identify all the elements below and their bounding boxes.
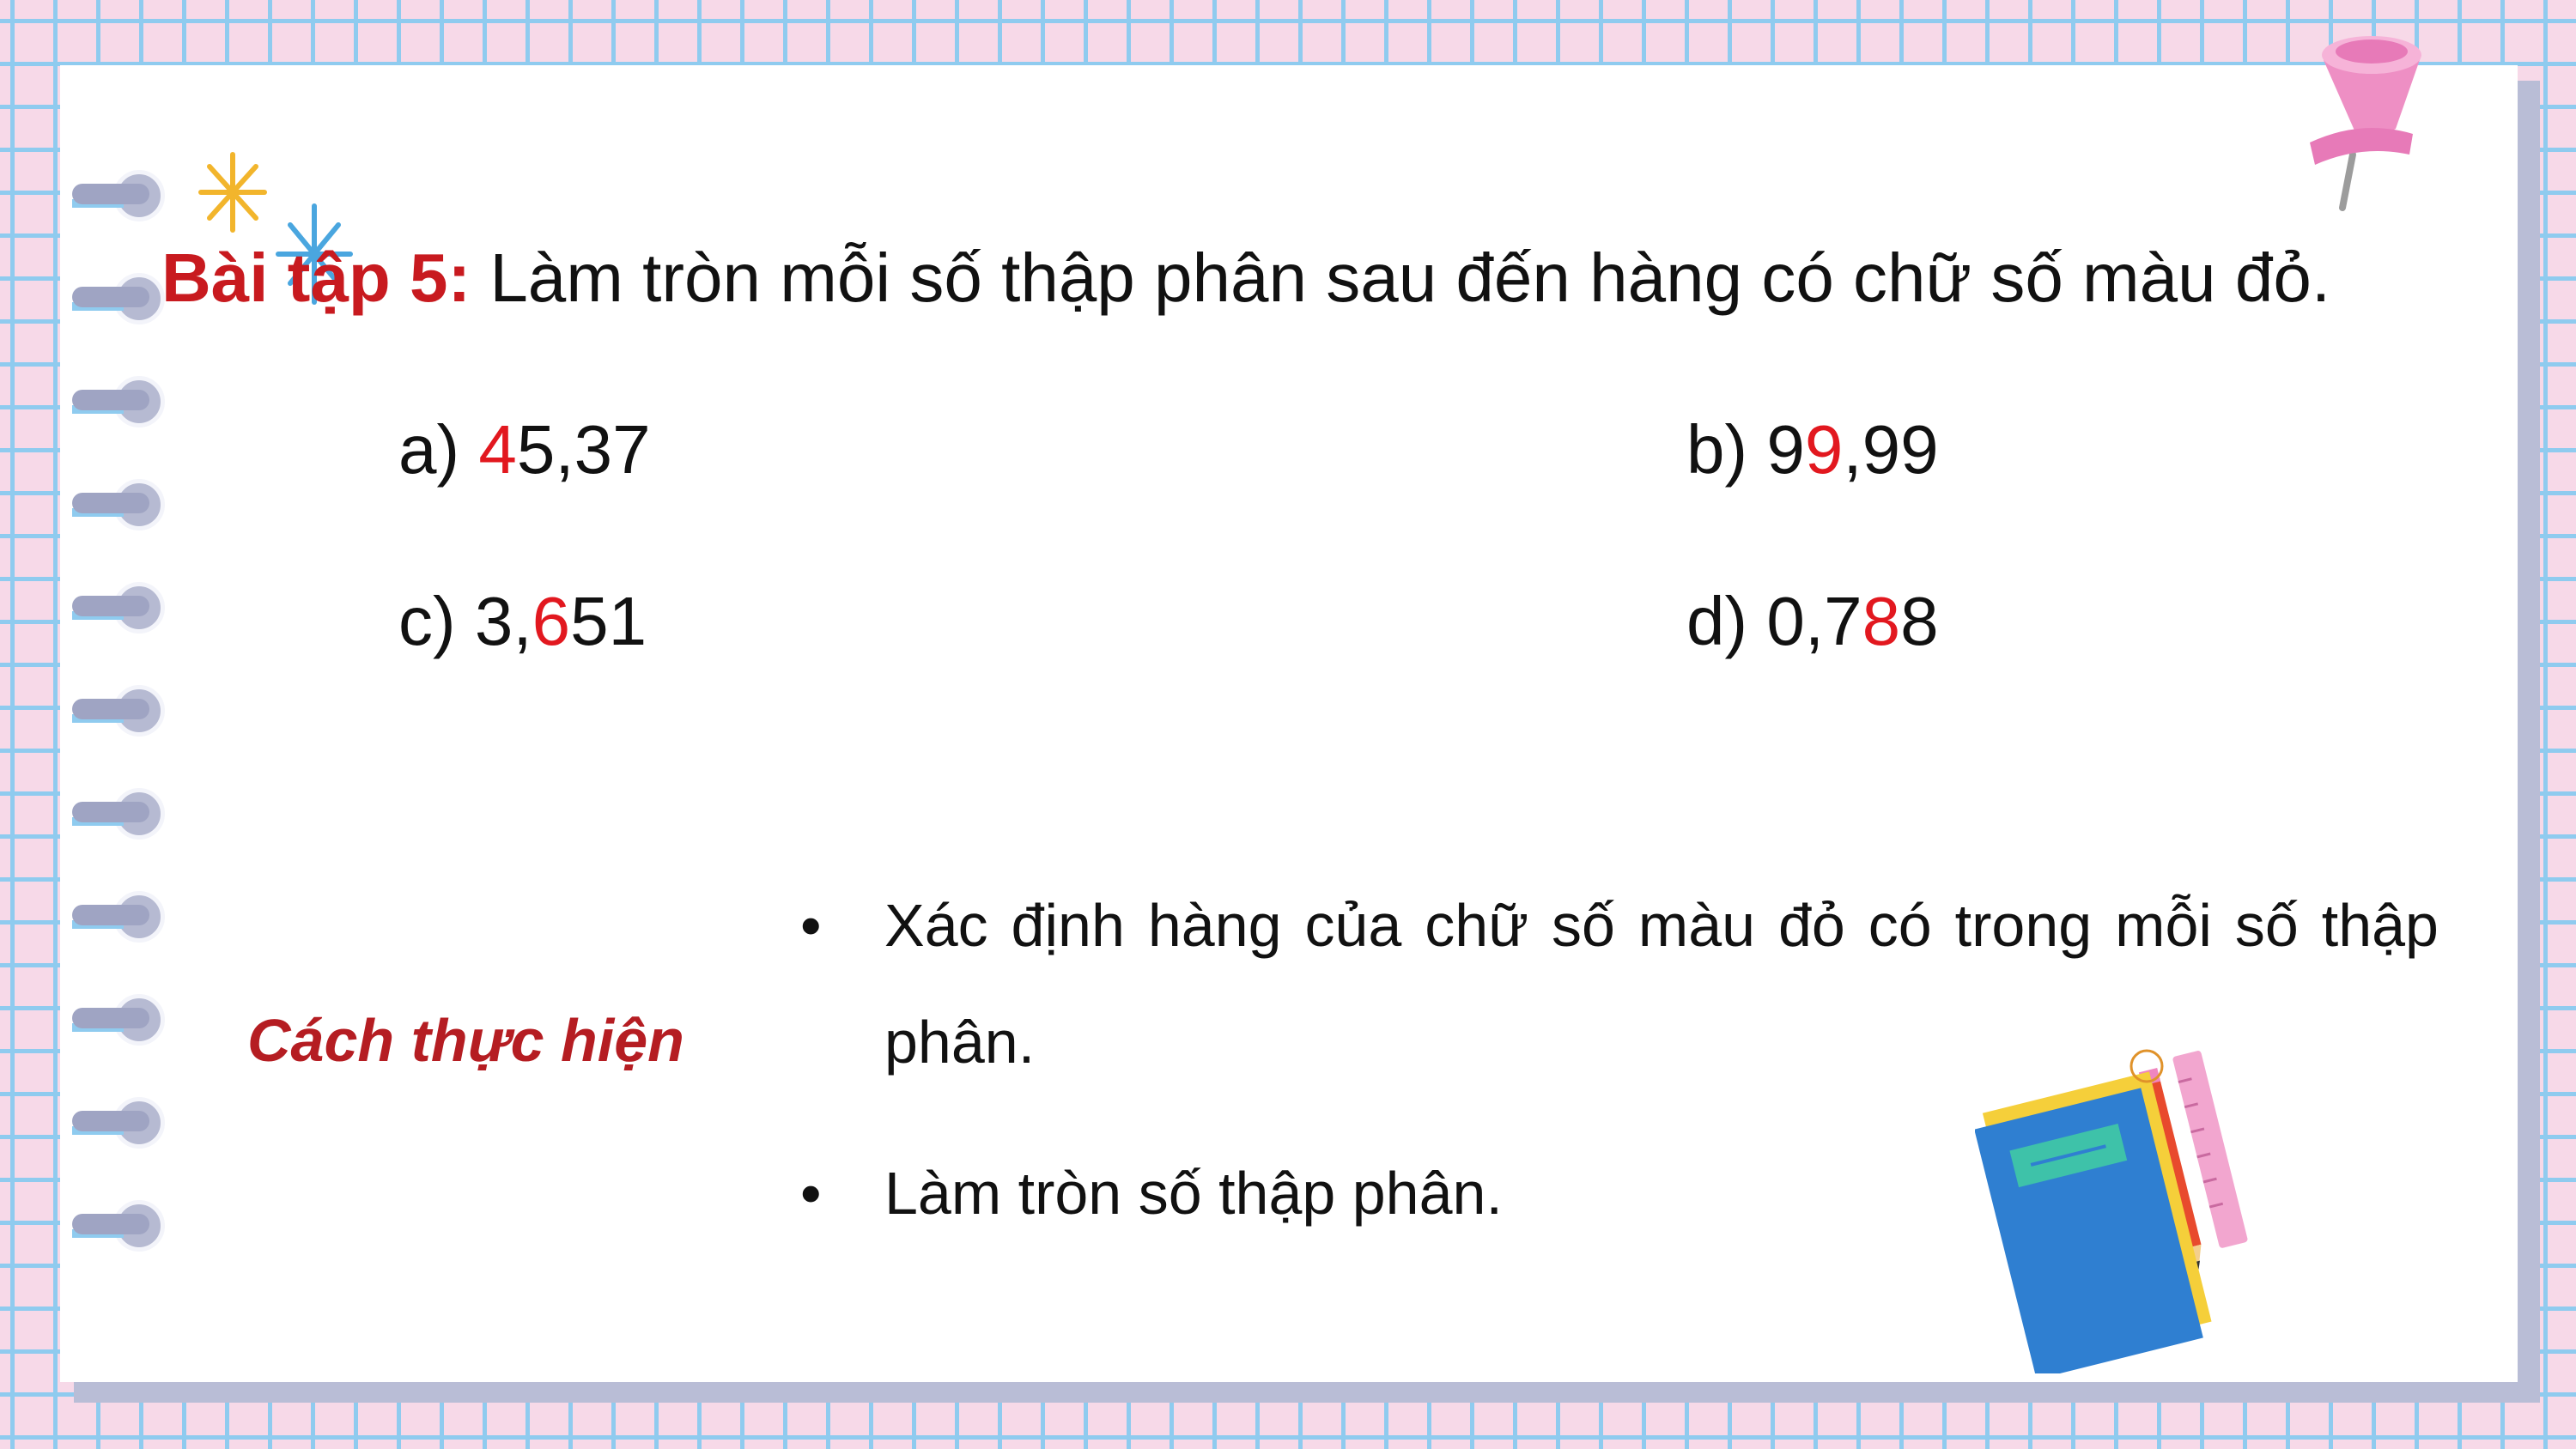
red-digit: 4 [478,411,517,488]
method-step-text: Xác định hàng của chữ số màu đỏ có trong… [884,892,2439,1076]
item-b: b) 99,99 [1686,410,1939,489]
method-label: Cách thực hiện [247,1007,684,1074]
exercise-instruction: Làm tròn mỗi số thập phân sau đến hàng c… [489,239,2331,316]
bullet: • [800,1160,822,1227]
exercise-label: Bài tập 5: [161,239,471,316]
binding-ring [52,680,165,740]
binding-ring [52,474,165,534]
item-digits: 5,37 [516,411,651,488]
item-digits: 51 [570,583,647,659]
item-digits: 9 [1766,411,1805,488]
item-digits: ,99 [1843,411,1939,488]
item-prefix: a) [398,411,479,488]
method-step: • Làm tròn số thập phân. [790,1135,2439,1252]
item-prefix: b) [1686,411,1767,488]
binding-ring [52,886,165,946]
binding-ring [52,165,165,225]
item-digits: 8 [1900,583,1939,659]
item-d: d) 0,788 [1686,582,1939,661]
binding-ring [52,577,165,637]
item-digits: 3, [474,583,532,659]
binding-ring [52,783,165,843]
bullet: • [800,892,822,959]
item-prefix: d) [1686,583,1767,659]
red-digit: 9 [1804,411,1844,488]
binding-ring [52,268,165,328]
binding-ring [52,371,165,431]
method-step-text: Làm tròn số thập phân. [884,1160,1503,1227]
push-pin-icon [2310,36,2421,211]
method-step: • Xác định hàng của chữ số màu đỏ có tron… [790,867,2439,1100]
item-prefix: c) [398,583,475,659]
red-digit: 6 [532,583,571,659]
binding-ring [52,1195,165,1255]
red-digit: 8 [1862,583,1901,659]
item-digits: 0,7 [1766,583,1862,659]
binding-ring [52,989,165,1049]
exercise-title: Bài tập 5: Làm tròn mỗi số thập phân sau… [161,239,2330,318]
item-a: a) 45,37 [398,410,651,489]
sparkle-icon [198,152,267,233]
binding-ring [52,1092,165,1152]
item-c: c) 3,651 [398,582,647,661]
method-steps: • Xác định hàng của chữ số màu đỏ có tron… [790,867,2439,1252]
